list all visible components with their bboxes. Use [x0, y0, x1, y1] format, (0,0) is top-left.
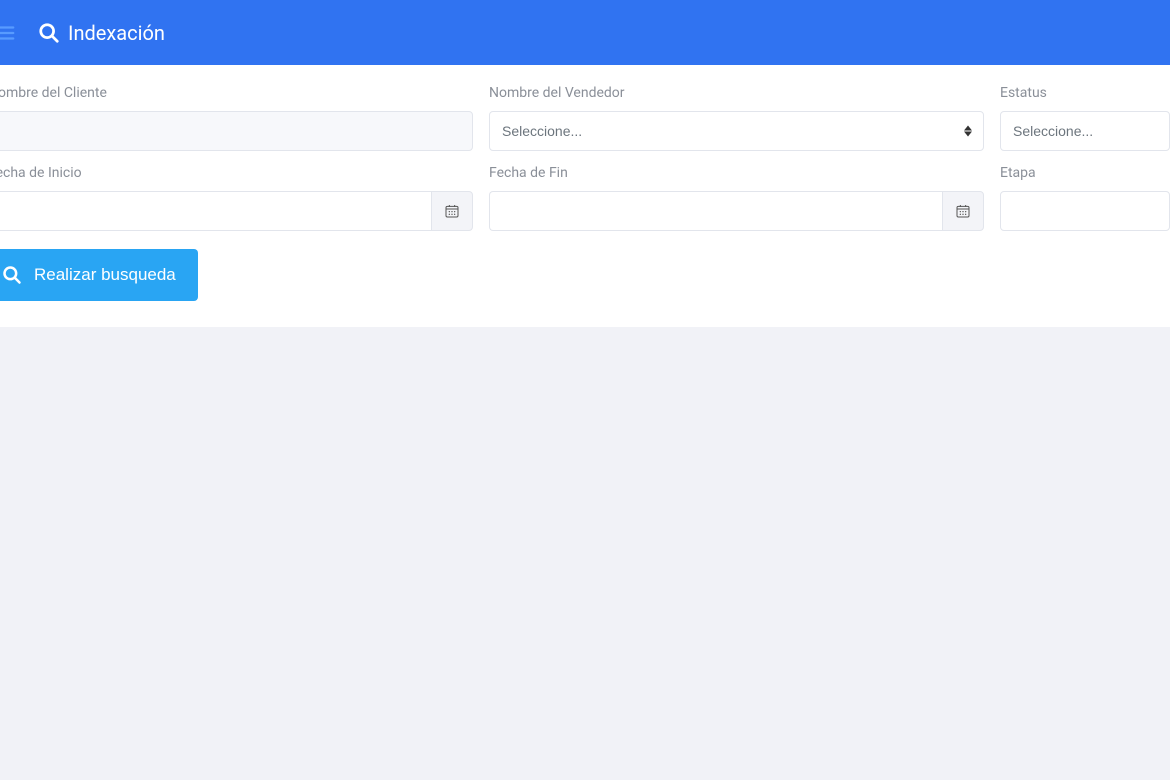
status-select[interactable]: Seleccione... [1000, 111, 1170, 151]
page-title-text: Indexación [68, 21, 165, 45]
seller-name-select[interactable]: Seleccione... [489, 111, 984, 151]
stage-label: Etapa [1000, 165, 1170, 181]
search-button-label: Realizar busqueda [34, 265, 176, 285]
app-header: Indexación [0, 0, 1170, 65]
search-icon [38, 22, 60, 44]
search-icon [2, 265, 22, 285]
end-date-input[interactable] [489, 191, 942, 231]
stage-input[interactable] [1000, 191, 1170, 231]
start-date-label: Fecha de Inicio [0, 165, 473, 181]
end-date-picker-button[interactable] [942, 191, 984, 231]
client-name-input[interactable] [0, 111, 473, 151]
status-label: Estatus [1000, 85, 1170, 101]
client-name-label: Nombre del Cliente [0, 85, 473, 101]
calendar-icon [444, 203, 460, 219]
calendar-icon [955, 203, 971, 219]
page-title: Indexación [38, 21, 165, 45]
start-date-picker-button[interactable] [431, 191, 473, 231]
seller-name-label: Nombre del Vendedor [489, 85, 984, 101]
menu-icon [0, 21, 16, 45]
search-button[interactable]: Realizar busqueda [0, 249, 198, 301]
end-date-label: Fecha de Fin [489, 165, 984, 181]
menu-toggle[interactable] [0, 0, 16, 65]
search-panel: Nombre del Cliente Nombre del Vendedor S… [0, 65, 1170, 327]
start-date-input[interactable] [0, 191, 431, 231]
